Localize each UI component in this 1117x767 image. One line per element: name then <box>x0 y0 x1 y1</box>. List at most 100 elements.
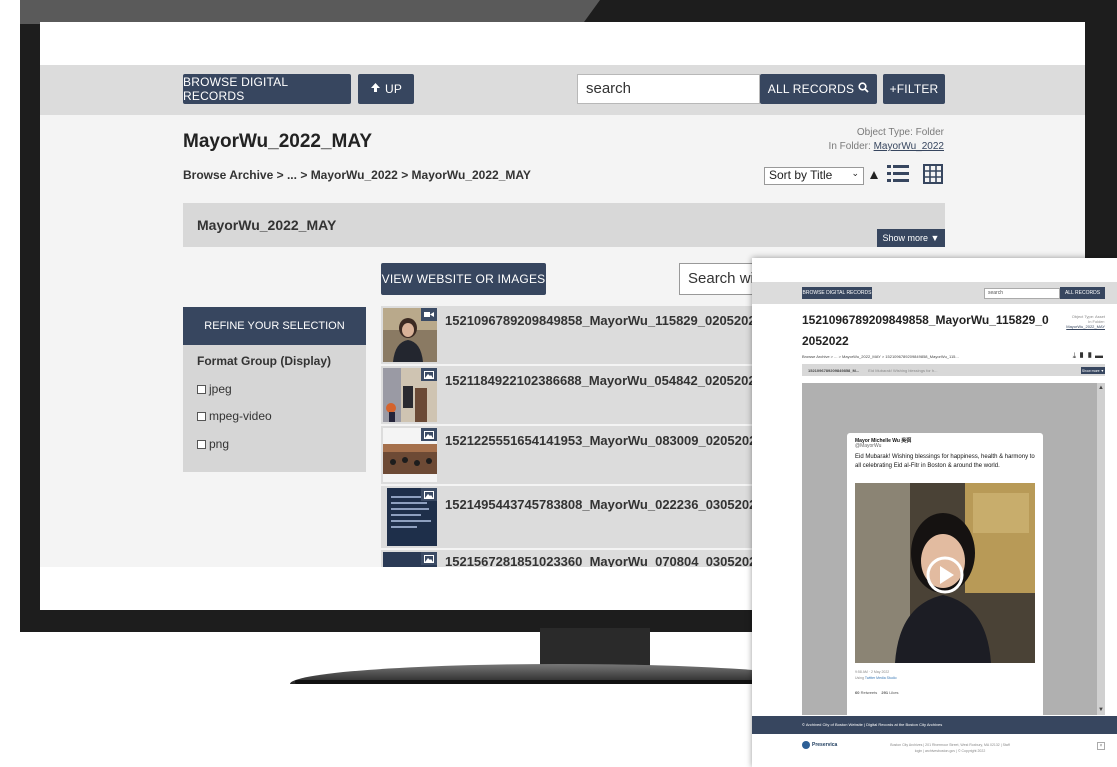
monitor-shine <box>20 0 600 24</box>
breadcrumb-parent[interactable]: MayorWu_2022 <box>311 168 398 182</box>
search-input[interactable]: search <box>577 74 760 104</box>
tweet-meta: 9:58 AM · 2 May 2022 Using Twitter Media… <box>855 669 897 681</box>
result-title[interactable]: 1521495443745783808_MayorWu_022236_03052… <box>445 497 764 512</box>
overlay-search-text: search <box>988 290 1004 296</box>
folder-summary-title: MayorWu_2022_MAY <box>197 217 337 233</box>
result-title[interactable]: 1521184922102386688_MayorWu_054842_02052… <box>445 373 763 388</box>
result-title[interactable]: 1521225551654141953_MayorWu_083009_02052… <box>445 433 764 448</box>
download-icon[interactable]: ⤓ <box>1073 351 1077 360</box>
breadcrumb-sep: > <box>401 168 409 182</box>
tweet-author-handle: @MayorWu <box>855 443 882 449</box>
asset-in-folder-link[interactable]: MayorWu_2022_MAY <box>1066 324 1105 329</box>
document-icon[interactable]: ▮ <box>1078 351 1084 360</box>
filter-label: +FILTER <box>889 82 939 96</box>
breadcrumb-current: MayorWu_2022_MAY <box>411 168 531 182</box>
facet-label: mpeg-video <box>209 409 272 423</box>
share-icon[interactable]: ▬ <box>1095 351 1103 360</box>
facet-png[interactable]: png <box>197 437 229 451</box>
overlay-breadcrumb[interactable]: Browse Archive > ... > MayorWu_2022_MAY … <box>802 354 959 359</box>
chevron-down-icon: ⌄ <box>851 168 859 178</box>
tweet-like-count: 291 <box>881 690 889 695</box>
overlay-credit-text: Boston City Archives | 201 Rivermoor Str… <box>890 743 1010 753</box>
scroll-down-icon[interactable]: ▼ <box>1098 707 1104 713</box>
asset-title: 1521096789209849858_MayorWu_115829_02052… <box>802 313 1049 348</box>
overlay-action-icons: ⤓ ▮ ▮ ▬ <box>1073 351 1103 361</box>
list-view-icon[interactable] <box>887 164 909 189</box>
grid-view-icon[interactable] <box>923 164 943 189</box>
facet-mpeg-video[interactable]: mpeg-video <box>197 409 272 423</box>
overlay-browse-button[interactable]: BROWSE DIGITAL RECORDS <box>802 287 872 299</box>
view-website-button[interactable]: VIEW WEBSITE OR IMAGES <box>381 263 546 295</box>
up-button[interactable]: UP <box>358 74 414 104</box>
filter-button[interactable]: +FILTER <box>883 74 945 104</box>
format-group-heading: Format Group (Display) <box>197 354 332 368</box>
close-icon[interactable]: × <box>1097 742 1105 750</box>
tweet-like-label: Likes <box>889 690 899 695</box>
tweet-via-link[interactable]: Twitter Media Studio <box>865 676 897 680</box>
preservica-logo-text: Preservica <box>812 742 838 748</box>
facet-jpeg[interactable]: jpeg <box>197 382 232 396</box>
breadcrumb: Browse Archive > ... > MayorWu_2022 > Ma… <box>183 168 531 182</box>
overlay-summary-sub: Eid Mubarak! Wishing blessings for h... <box>868 368 938 373</box>
all-records-label: ALL RECORDS <box>767 82 855 96</box>
browse-label: BROWSE DIGITAL RECORDS <box>183 75 288 103</box>
tweet-text: Eid Mubarak! Wishing blessings for happi… <box>855 454 1035 469</box>
preservica-logo: Preservica <box>802 741 837 749</box>
scroll-up-icon[interactable]: ▲ <box>1098 385 1104 391</box>
viewer-scrollbar[interactable]: ▲ ▼ <box>1097 383 1105 715</box>
result-row[interactable]: 1521225551654141953_MayorWu_083009_02052… <box>381 426 764 484</box>
up-label: UP <box>384 82 403 96</box>
all-records-button[interactable]: ALL RECORDS <box>760 74 877 104</box>
in-folder-label: In Folder: <box>828 141 871 152</box>
facet-label: png <box>209 437 230 451</box>
image-icon <box>421 488 437 501</box>
result-thumbnail[interactable] <box>383 308 437 362</box>
result-thumbnail[interactable] <box>383 428 437 482</box>
browse-digital-records-button[interactable]: BROWSE DIGITAL RECORDS <box>183 74 351 104</box>
result-title[interactable]: 1521096789209849858_MayorWu_115829_02052… <box>445 313 763 328</box>
page-title: MayorWu_2022_MAY <box>183 131 373 152</box>
overlay-show-more-button[interactable]: Show more ▼ <box>1081 367 1105 374</box>
breadcrumb-sep: > <box>276 168 284 182</box>
sort-select-value: Sort by Title <box>769 168 833 182</box>
view-website-label: VIEW WEBSITE OR IMAGES <box>381 272 546 286</box>
checkbox[interactable] <box>197 384 206 394</box>
show-more-button[interactable]: Show more ▼ <box>877 229 945 247</box>
media-viewer: ▲ ▼ Mayor Michelle Wu 吳弭 @MayorWu Eid Mu… <box>802 383 1105 719</box>
video-icon <box>421 308 437 321</box>
sort-direction-icon[interactable] <box>869 167 879 185</box>
search-within-input[interactable]: Search wi <box>679 263 759 295</box>
breadcrumb-browse-archive[interactable]: Browse Archive <box>183 168 273 182</box>
result-row[interactable]: 1521495443745783808_MayorWu_022236_03052… <box>381 486 764 548</box>
overlay-all-records-button[interactable]: ALL RECORDS <box>1060 287 1105 299</box>
in-folder-link[interactable]: MayorWu_2022 <box>874 141 944 152</box>
checkbox[interactable] <box>197 411 206 421</box>
tweet-via-label: Using <box>855 676 864 680</box>
breadcrumb-ellipsis[interactable]: ... <box>287 168 297 182</box>
result-row[interactable]: 1521184922102386688_MayorWu_054842_02052… <box>381 366 763 424</box>
overlay-search-input[interactable]: search <box>984 288 1060 299</box>
facet-label: jpeg <box>209 382 232 396</box>
overlay-summary-bar: 1521096789209849858_M... Eid Mubarak! Wi… <box>802 364 1105 376</box>
arrow-up-icon <box>370 82 381 96</box>
overlay-footer: © Archived City of Boston Website | Digi… <box>752 716 1117 734</box>
image-icon <box>421 368 437 381</box>
search-within-text: Search wi <box>688 270 754 287</box>
asset-meta: Object Type: Asset In Folder: MayorWu_20… <box>1066 314 1105 329</box>
object-type-info: Object Type: Folder In Folder: MayorWu_2… <box>829 126 944 154</box>
overlay-browse-label: BROWSE DIGITAL RECORDS <box>802 290 872 296</box>
result-row[interactable]: 1521096789209849858_MayorWu_115829_02052… <box>381 306 763 364</box>
search-icon <box>858 82 869 96</box>
image-icon <box>421 428 437 441</box>
overlay-summary-title: 1521096789209849858_M... <box>808 368 860 373</box>
composite-scene: BROWSE DIGITAL RECORDS UP search ALL REC… <box>0 0 1117 767</box>
image-icon <box>421 552 437 565</box>
result-thumbnail[interactable] <box>383 368 437 422</box>
copy-icon[interactable]: ▮ <box>1087 351 1093 360</box>
sort-select[interactable]: Sort by Title ⌄ <box>764 167 864 185</box>
preservica-logo-icon <box>802 741 810 749</box>
tweet-video[interactable] <box>855 483 1035 663</box>
checkbox[interactable] <box>197 439 206 449</box>
result-thumbnail[interactable] <box>387 488 437 546</box>
refine-header: REFINE YOUR SELECTION <box>183 307 366 345</box>
